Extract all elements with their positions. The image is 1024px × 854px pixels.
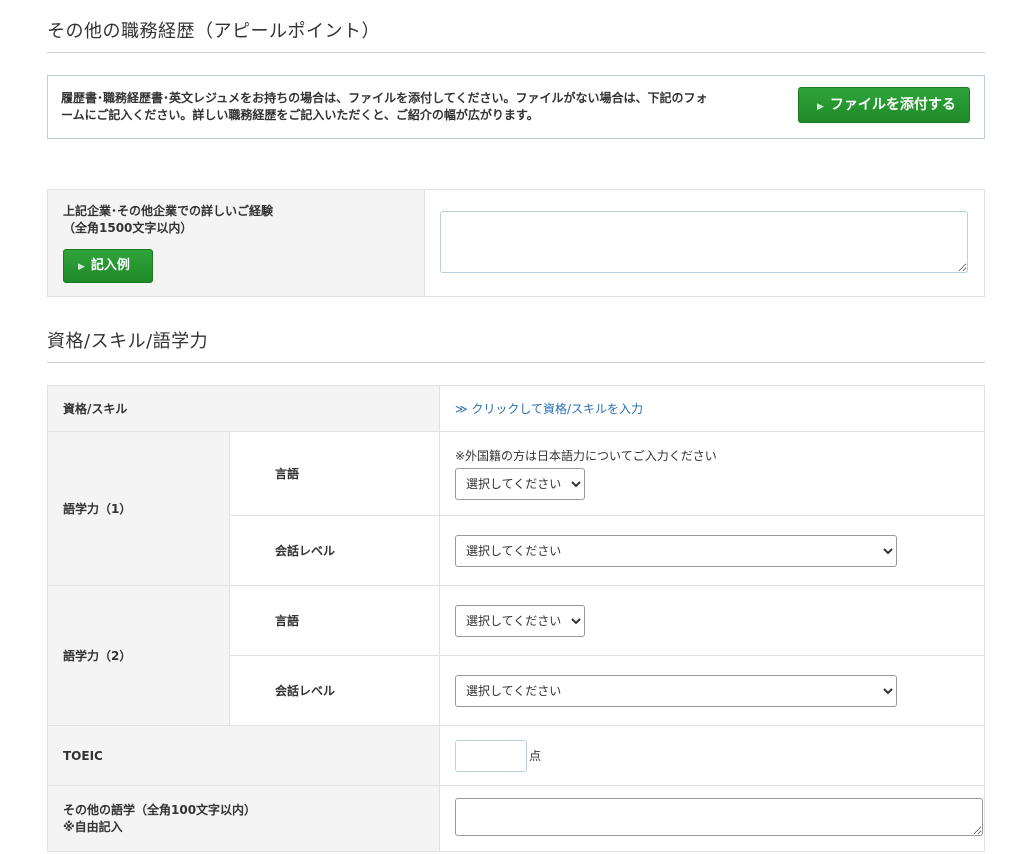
- other-lang-label-2: ※自由記入: [63, 819, 123, 834]
- notice-line-2: ームにご記入ください。詳しい職務経歴をご記入いただくと、ご紹介の幅が広がります。: [61, 108, 539, 122]
- lang2-language-cell: 選択してください: [439, 585, 985, 656]
- example-button[interactable]: ▶ 記入例: [63, 249, 153, 283]
- lang1-language-label: 言語: [228, 431, 441, 516]
- skills-row: 資格/スキル ≫ クリックして資格/スキルを入力: [47, 385, 985, 432]
- other-lang-textarea[interactable]: [455, 798, 983, 836]
- other-lang-label-1: その他の語学（全角100文字以内）: [63, 802, 257, 817]
- toeic-unit: 点: [529, 749, 542, 763]
- attach-file-label: ファイルを添付する: [829, 97, 956, 113]
- lang1-level-label: 会話レベル: [228, 515, 441, 586]
- skills-table: 資格/スキル ≫ クリックして資格/スキルを入力 語学力（1） 言語 ※外国籍の…: [47, 385, 985, 852]
- lang2-level-label: 会話レベル: [228, 655, 441, 726]
- skills-input-link[interactable]: ≫ クリックして資格/スキルを入力: [455, 402, 643, 416]
- section-title-career: その他の職務経歴（アピールポイント）: [47, 0, 985, 53]
- attach-notice: 履歴書･職務経歴書･英文レジュメをお持ちの場合は、ファイルを添付してください。フ…: [47, 75, 985, 139]
- attach-file-button[interactable]: ▶ ファイルを添付する: [798, 87, 970, 123]
- foreign-note: ※外国籍の方は日本語力についてご入力ください: [455, 449, 717, 463]
- section-title-skills: 資格/スキル/語学力: [47, 297, 985, 363]
- experience-textarea[interactable]: [440, 210, 968, 273]
- experience-table: 上記企業･その他企業での詳しいご経験 （全角1500文字以内） ▶ 記入例: [47, 189, 985, 297]
- other-lang-row: その他の語学（全角100文字以内） ※自由記入: [47, 785, 985, 852]
- other-lang-label-cell: その他の語学（全角100文字以内） ※自由記入: [47, 785, 440, 852]
- lang1-language-select[interactable]: 選択してください: [455, 468, 585, 500]
- lang1-level-select[interactable]: 選択してください: [455, 534, 897, 567]
- toeic-cell: 点: [439, 725, 985, 786]
- triangle-right-icon: ▶: [817, 102, 824, 112]
- experience-label-1: 上記企業･その他企業での詳しいご経験: [63, 204, 274, 218]
- notice-text: 履歴書･職務経歴書･英文レジュメをお持ちの場合は、ファイルを添付してください。フ…: [61, 90, 791, 124]
- lang1-language-cell: ※外国籍の方は日本語力についてご入力ください 選択してください: [439, 431, 985, 516]
- toeic-input[interactable]: [455, 739, 527, 772]
- lang1-level-cell: 選択してください: [439, 515, 985, 586]
- toeic-label: TOEIC: [47, 725, 440, 786]
- lang1-label: 語学力（1）: [47, 431, 230, 586]
- example-button-label: 記入例: [90, 258, 130, 273]
- toeic-row: TOEIC 点: [47, 725, 985, 786]
- experience-label: 上記企業･その他企業での詳しいご経験 （全角1500文字以内）: [63, 203, 423, 237]
- experience-label-2: （全角1500文字以内）: [63, 221, 193, 235]
- skills-value-cell: ≫ クリックして資格/スキルを入力: [439, 385, 985, 432]
- lang2-label: 語学力（2）: [47, 585, 230, 726]
- experience-input-cell: [424, 189, 985, 297]
- other-lang-cell: [439, 785, 985, 852]
- lang2-language-label: 言語: [228, 585, 441, 656]
- lang2-level-cell: 選択してください: [439, 655, 985, 726]
- notice-line-1: 履歴書･職務経歴書･英文レジュメをお持ちの場合は、ファイルを添付してください。フ…: [61, 91, 708, 105]
- page: その他の職務経歴（アピールポイント） 履歴書･職務経歴書･英文レジュメをお持ちの…: [47, 0, 985, 852]
- lang2-level-select[interactable]: 選択してください: [455, 674, 897, 707]
- lang1-language-row: 語学力（1） 言語 ※外国籍の方は日本語力についてご入力ください 選択してくださ…: [47, 431, 985, 586]
- triangle-right-icon: ▶: [78, 262, 85, 272]
- skills-label: 資格/スキル: [47, 385, 440, 432]
- lang2-language-row: 語学力（2） 言語 選択してください: [47, 585, 985, 726]
- experience-label-cell: 上記企業･その他企業での詳しいご経験 （全角1500文字以内） ▶ 記入例: [47, 189, 425, 297]
- lang2-language-select[interactable]: 選択してください: [455, 604, 585, 637]
- experience-row: 上記企業･その他企業での詳しいご経験 （全角1500文字以内） ▶ 記入例: [47, 189, 985, 297]
